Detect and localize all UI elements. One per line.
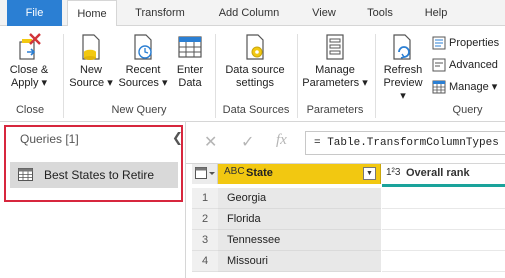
enter-data-label: Enter bbox=[176, 64, 204, 76]
cancel-formula-icon[interactable]: ✕ bbox=[204, 132, 217, 152]
manage-table-icon bbox=[432, 80, 446, 94]
commit-formula-icon[interactable]: ✓ bbox=[241, 132, 254, 152]
close-apply-label: Close & bbox=[9, 64, 49, 76]
manage-parameters-button[interactable]: Manage Parameters ▾ bbox=[302, 32, 368, 90]
new-source-icon bbox=[82, 34, 100, 60]
column-filter-dropdown-icon[interactable]: ▼ bbox=[363, 167, 376, 180]
column-header-label: State bbox=[246, 167, 273, 179]
group-divider bbox=[215, 34, 216, 118]
data-source-settings-label: Data source bbox=[225, 64, 285, 76]
new-source-label-2: Source ▾ bbox=[69, 77, 113, 89]
group-divider bbox=[63, 34, 64, 118]
group-divider bbox=[375, 34, 376, 118]
enter-data-label-2: Data bbox=[178, 77, 202, 89]
formula-input[interactable]: = Table.TransformColumnTypes bbox=[305, 131, 505, 155]
manage-query-button[interactable]: Manage ▾ bbox=[432, 80, 497, 94]
row-number[interactable]: 2 bbox=[192, 209, 218, 230]
advanced-editor-icon bbox=[432, 58, 446, 72]
ribbon: Close & Apply ▾ Close New Source ▾ Recen… bbox=[0, 26, 505, 122]
table-cell[interactable]: Missouri bbox=[218, 251, 381, 272]
refresh-preview-label-2: Preview ▾ bbox=[383, 77, 423, 102]
parameters-icon bbox=[326, 34, 344, 60]
column-quality-bar bbox=[382, 184, 505, 187]
table-cell[interactable] bbox=[382, 251, 505, 272]
group-label-parameters: Parameters bbox=[306, 104, 364, 116]
data-source-settings-icon bbox=[246, 34, 264, 60]
highlight-box bbox=[4, 125, 183, 202]
close-apply-icon bbox=[19, 33, 41, 60]
close-apply-button[interactable]: Close & Apply ▾ bbox=[6, 32, 52, 90]
new-source-button[interactable]: New Source ▾ bbox=[68, 32, 114, 90]
refresh-icon bbox=[393, 34, 411, 60]
data-source-settings-button[interactable]: Data source settings bbox=[220, 32, 290, 90]
properties-button[interactable]: Properties bbox=[432, 36, 499, 50]
recent-sources-label-2: Sources ▾ bbox=[118, 77, 168, 89]
tab-help[interactable]: Help bbox=[413, 0, 459, 26]
row-number[interactable]: 4 bbox=[192, 251, 218, 272]
manage-query-label: Manage ▾ bbox=[449, 81, 498, 93]
table-cell[interactable] bbox=[382, 230, 505, 251]
manage-parameters-label: Manage bbox=[315, 64, 355, 76]
tab-file[interactable]: File bbox=[7, 0, 62, 26]
data-preview-grid: ABC State ▼ 1²3 Overall rank 1 Georgia 2… bbox=[186, 164, 505, 278]
fx-icon[interactable]: fx bbox=[276, 132, 287, 149]
recent-sources-icon bbox=[134, 34, 152, 60]
table-menu-icon bbox=[195, 167, 215, 179]
table-icon bbox=[178, 36, 202, 58]
tab-tools[interactable]: Tools bbox=[354, 0, 406, 26]
table-cell[interactable]: Tennessee bbox=[218, 230, 381, 251]
group-label-data-sources: Data Sources bbox=[222, 104, 290, 116]
tab-home[interactable]: Home bbox=[67, 0, 117, 27]
table-cell[interactable]: Florida bbox=[218, 209, 381, 230]
advanced-editor-button[interactable]: Advanced bbox=[432, 58, 498, 72]
tab-add-column[interactable]: Add Column bbox=[206, 0, 292, 26]
column-header-overall-rank[interactable]: 1²3 Overall rank bbox=[382, 164, 505, 184]
table-cell[interactable] bbox=[382, 188, 505, 209]
tab-transform[interactable]: Transform bbox=[124, 0, 196, 26]
data-source-settings-label-2: settings bbox=[236, 77, 274, 89]
row-number[interactable]: 3 bbox=[192, 230, 218, 251]
close-apply-label-2: Apply ▾ bbox=[10, 77, 48, 89]
manage-parameters-label-2: Parameters ▾ bbox=[302, 77, 368, 89]
tab-view[interactable]: View bbox=[300, 0, 348, 26]
text-type-icon[interactable]: ABC bbox=[224, 166, 245, 177]
ribbon-tab-bar: File Home Transform Add Column View Tool… bbox=[0, 0, 505, 27]
group-label-query: Query bbox=[452, 104, 483, 116]
properties-icon bbox=[432, 36, 446, 50]
column-header-label: Overall rank bbox=[406, 167, 470, 179]
new-source-label: New bbox=[79, 64, 102, 76]
table-cell[interactable]: Georgia bbox=[218, 188, 381, 209]
row-number[interactable]: 1 bbox=[192, 188, 218, 209]
refresh-preview-label: Refresh bbox=[383, 64, 423, 76]
recent-sources-button[interactable]: Recent Sources ▾ bbox=[118, 32, 168, 90]
number-type-icon[interactable]: 1²3 bbox=[386, 167, 400, 178]
refresh-preview-button[interactable]: Refresh Preview ▾ bbox=[380, 32, 426, 103]
group-divider bbox=[297, 34, 298, 118]
advanced-editor-label: Advanced bbox=[449, 58, 498, 71]
group-label-new-query: New Query bbox=[111, 104, 167, 116]
table-menu-button[interactable] bbox=[192, 164, 218, 184]
table-cell[interactable] bbox=[382, 209, 505, 230]
recent-sources-label: Recent bbox=[125, 64, 161, 76]
properties-label: Properties bbox=[449, 36, 500, 49]
group-label-close: Close bbox=[15, 104, 45, 116]
column-header-state[interactable]: ABC State ▼ bbox=[218, 164, 381, 184]
formula-bar: ✕ ✓ fx = Table.TransformColumnTypes bbox=[186, 122, 505, 164]
enter-data-button[interactable]: Enter Data bbox=[172, 32, 208, 90]
